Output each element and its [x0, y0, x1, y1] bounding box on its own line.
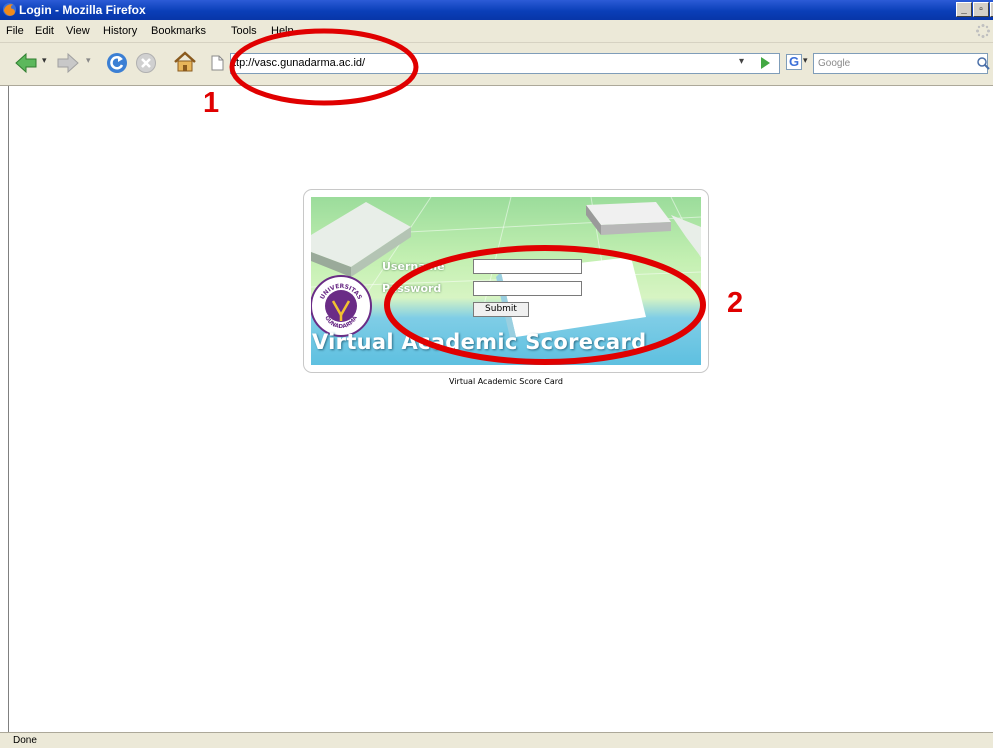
annotation-overlay [229, 28, 706, 365]
annotation-number-1: 1 [203, 87, 220, 119]
annotation-number-2: 2 [727, 287, 744, 319]
annotation-ellipse-2 [384, 245, 706, 365]
status-text: Done [13, 735, 37, 746]
annotation-ellipse-1 [229, 28, 419, 106]
status-bar [0, 732, 993, 748]
